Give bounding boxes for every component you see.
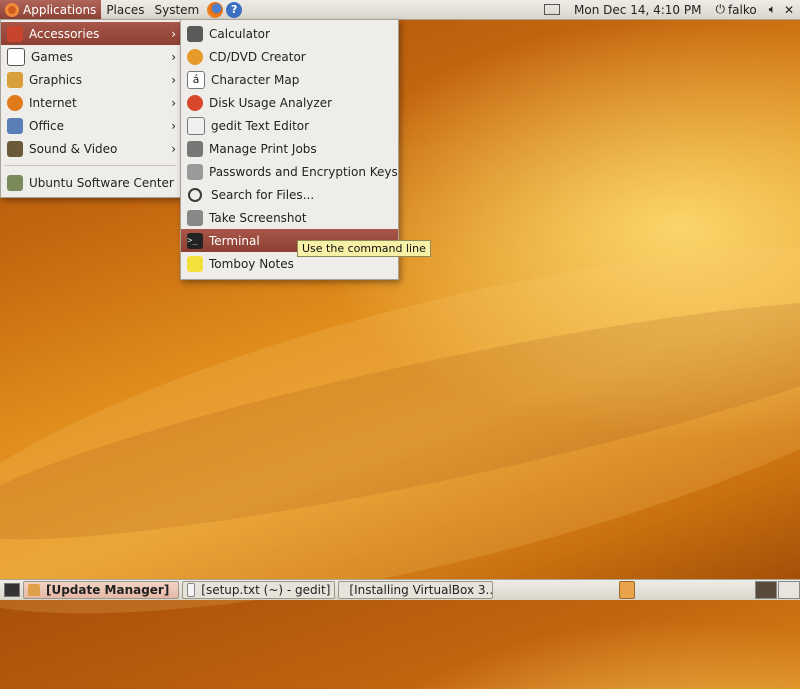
task-label: [Installing VirtualBox 3... (349, 583, 494, 597)
terminal-icon: >_ (187, 232, 203, 249)
cd-dvd-creator-icon (187, 48, 203, 65)
menu-separator (5, 165, 176, 166)
firefox-launcher-icon[interactable] (207, 1, 224, 18)
applications-label: Applications (23, 2, 97, 17)
places-label: Places (106, 2, 145, 17)
menu-item-label: Games (31, 49, 73, 64)
taskbar-button-gedit[interactable]: [setup.txt (~) - gedit] (181, 581, 336, 599)
menu-item-office[interactable]: Office › (1, 114, 180, 137)
menu-item-internet[interactable]: Internet › (1, 91, 180, 114)
menu-item-label: Sound & Video (29, 141, 118, 156)
taskbar-button-virtualbox[interactable]: [Installing VirtualBox 3... (338, 581, 494, 599)
user-name[interactable]: falko (728, 3, 757, 17)
search-icon (188, 187, 202, 202)
menu-item-sound-video[interactable]: Sound & Video › (1, 137, 180, 160)
network-icon[interactable]: ✕ (784, 3, 794, 17)
keys-icon (187, 163, 203, 180)
sound-video-icon (7, 140, 23, 157)
menu-item-cd-dvd-creator[interactable]: CD/DVD Creator (181, 45, 398, 68)
graphics-icon (7, 71, 23, 88)
workspace-2[interactable] (778, 581, 800, 599)
menu-item-character-map[interactable]: á Character Map (181, 68, 398, 91)
update-manager-icon (27, 584, 40, 596)
menu-item-software-center[interactable]: Ubuntu Software Center (1, 171, 180, 194)
accessories-icon (7, 25, 23, 42)
show-desktop-icon[interactable] (4, 583, 20, 597)
chevron-right-icon: › (171, 95, 176, 110)
gedit-icon (187, 116, 205, 135)
menu-item-label: Search for Files... (211, 187, 315, 202)
disk-usage-analyzer-icon (187, 94, 203, 111)
camera-icon (187, 209, 203, 226)
menu-item-gedit[interactable]: gedit Text Editor (181, 114, 398, 137)
chevron-right-icon: › (171, 72, 176, 87)
chevron-right-icon: › (171, 118, 176, 133)
printer-icon (187, 140, 203, 157)
menu-item-passwords-keys[interactable]: Passwords and Encryption Keys (181, 160, 398, 183)
software-center-icon (7, 174, 23, 191)
menu-item-print-jobs[interactable]: Manage Print Jobs (181, 137, 398, 160)
menu-item-label: CD/DVD Creator (209, 49, 306, 64)
volume-icon[interactable]: 🔈︎ (769, 2, 776, 17)
menu-item-label: gedit Text Editor (211, 118, 310, 133)
menu-item-label: Take Screenshot (209, 210, 307, 225)
task-label: [setup.txt (~) - gedit] (201, 583, 331, 597)
menu-item-label: Tomboy Notes (209, 256, 294, 271)
task-label: [Update Manager] (45, 583, 170, 597)
menu-item-calculator[interactable]: Calculator (181, 22, 398, 45)
office-icon (7, 117, 23, 134)
mail-envelope-icon[interactable] (544, 4, 561, 15)
menu-item-games[interactable]: Games › (1, 45, 180, 68)
workspace-1[interactable] (755, 581, 778, 599)
menu-item-accessories[interactable]: Accessories › (1, 22, 180, 45)
internet-icon (7, 94, 23, 111)
system-label: System (154, 2, 200, 17)
trash-icon[interactable] (619, 581, 636, 599)
character-map-icon: á (187, 70, 205, 89)
ubuntu-logo-icon (5, 2, 19, 17)
menu-item-label: Character Map (211, 72, 300, 87)
applications-menu: Accessories › Games › Graphics › Interne… (0, 19, 181, 198)
help-launcher-icon[interactable]: ? (226, 1, 243, 18)
system-tray: Mon Dec 14, 4:10 PM ⏻ falko 🔈︎ ✕ (534, 0, 800, 19)
terminal-tooltip: Use the command line (297, 240, 431, 257)
menu-item-label: Disk Usage Analyzer (209, 95, 333, 110)
menu-item-label: Manage Print Jobs (209, 141, 317, 156)
gedit-icon (186, 583, 196, 597)
system-menu-button[interactable]: System (149, 0, 204, 19)
applications-menu-button[interactable]: Applications (0, 0, 102, 19)
taskbar-button-update-manager[interactable]: [Update Manager] (22, 581, 179, 599)
clock[interactable]: Mon Dec 14, 4:10 PM (574, 3, 701, 17)
menu-item-label: Office (29, 118, 65, 133)
games-icon (7, 47, 25, 66)
menu-item-label: Terminal (209, 233, 260, 248)
menu-item-label: Ubuntu Software Center (29, 175, 174, 190)
menu-item-label: Calculator (209, 26, 270, 41)
menu-item-label: Passwords and Encryption Keys (209, 164, 398, 179)
menu-item-label: Internet (29, 95, 77, 110)
menu-item-disk-usage-analyzer[interactable]: Disk Usage Analyzer (181, 91, 398, 114)
menu-item-label: Accessories (29, 26, 100, 41)
menu-item-label: Graphics (29, 72, 82, 87)
top-panel: Applications Places System ? Mon Dec 14,… (0, 0, 800, 20)
calculator-icon (187, 25, 203, 42)
menu-item-take-screenshot[interactable]: Take Screenshot (181, 206, 398, 229)
menu-item-graphics[interactable]: Graphics › (1, 68, 180, 91)
power-icon[interactable]: ⏻ (715, 2, 725, 17)
chevron-right-icon: › (171, 141, 176, 156)
chevron-right-icon: › (171, 26, 176, 41)
chevron-right-icon: › (171, 49, 176, 64)
places-menu-button[interactable]: Places (101, 0, 149, 19)
menu-item-search-files[interactable]: Search for Files... (181, 183, 398, 206)
bottom-panel: [Update Manager] [setup.txt (~) - gedit]… (0, 579, 800, 600)
tomboy-notes-icon (187, 255, 203, 272)
